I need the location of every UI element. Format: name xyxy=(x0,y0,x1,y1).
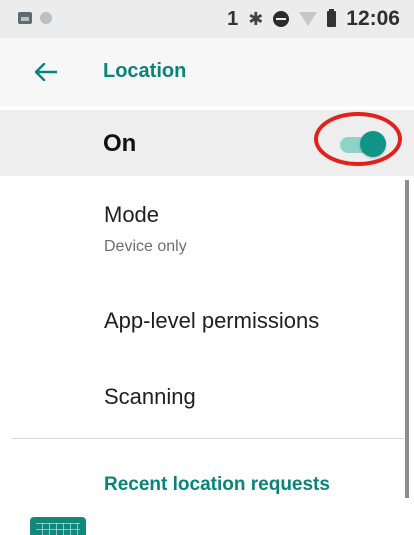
mode-item[interactable]: Mode Device only xyxy=(0,180,404,276)
item-summary: Device only xyxy=(104,238,187,255)
app-icon[interactable] xyxy=(30,517,86,535)
page-title: Location xyxy=(103,60,187,82)
toolbar: Location xyxy=(0,38,414,106)
status-icons: 1 ✱ 12:06 xyxy=(227,7,400,31)
status-bar: 1 ✱ 12:06 xyxy=(0,0,414,38)
clock: 12:06 xyxy=(346,7,400,30)
sim-indicator: 1 xyxy=(227,7,239,30)
battery-icon xyxy=(327,9,337,27)
item-title: App-level permissions xyxy=(104,308,320,333)
master-switch-row[interactable]: On xyxy=(0,110,414,176)
master-switch-label: On xyxy=(103,130,137,157)
location-settings-screen: 1 ✱ 12:06 Location On Mode Device only A… xyxy=(0,0,414,535)
section-header: Recent location requests xyxy=(104,474,330,495)
scrollbar[interactable] xyxy=(405,180,409,498)
image-notification-icon xyxy=(18,12,32,24)
dnd-icon xyxy=(273,11,290,27)
divider xyxy=(12,438,404,439)
toggle-thumb xyxy=(360,131,386,157)
back-button[interactable] xyxy=(30,56,62,88)
scanning-item[interactable]: Scanning xyxy=(0,362,404,434)
bluetooth-icon: ✱ xyxy=(248,8,264,29)
dot-icon xyxy=(40,12,52,24)
wifi-icon xyxy=(299,12,318,26)
item-title: Scanning xyxy=(104,384,196,409)
arrow-back-icon xyxy=(35,63,57,81)
item-title: Mode xyxy=(104,202,160,227)
location-toggle[interactable] xyxy=(326,131,388,159)
app-level-permissions-item[interactable]: App-level permissions xyxy=(0,286,404,358)
